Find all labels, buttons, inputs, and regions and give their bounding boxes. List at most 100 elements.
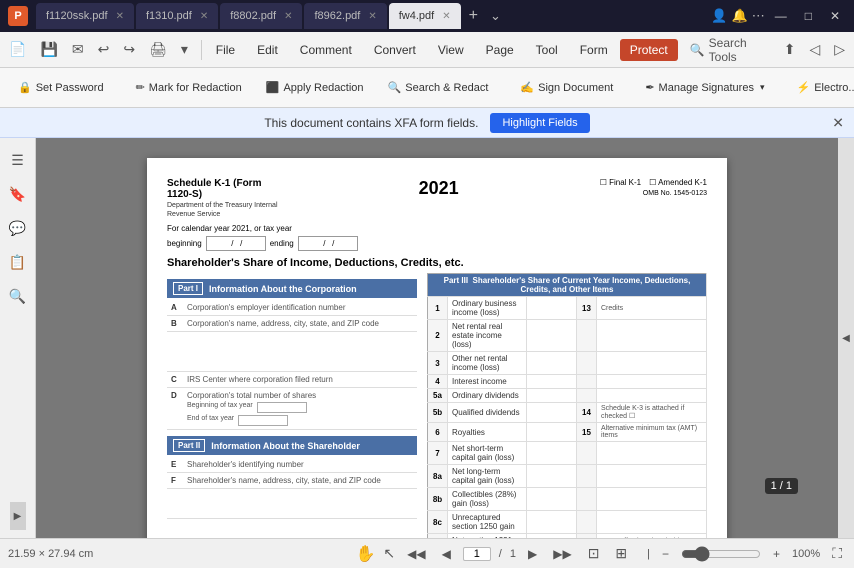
prev-page-button[interactable]: ◀ bbox=[438, 545, 455, 563]
tab-label: f8962.pdf bbox=[314, 10, 360, 22]
part3-table: Part III Shareholder's Share of Current … bbox=[427, 273, 707, 538]
page-separator: / bbox=[499, 548, 502, 560]
search-redact-button[interactable]: 🔍 Search & Redact bbox=[378, 77, 499, 98]
tab-f8962[interactable]: f8962.pdf ✕ bbox=[304, 3, 386, 29]
menu-page[interactable]: Page bbox=[476, 39, 524, 61]
set-password-button[interactable]: 🔒 Set Password bbox=[8, 77, 114, 98]
tab-close-icon[interactable]: ✕ bbox=[116, 11, 124, 22]
arrow-cursor-icon[interactable]: ↖ bbox=[383, 545, 395, 562]
user-icon[interactable]: 👤 bbox=[711, 8, 727, 24]
row-desc: Corporation's total number of shares Beg… bbox=[183, 388, 417, 430]
tab-overflow-icon[interactable]: ⌄ bbox=[490, 8, 501, 24]
share-icon[interactable]: ⬆ bbox=[779, 38, 801, 61]
sidebar-pages-icon[interactable]: 📋 bbox=[4, 248, 32, 276]
left-sidebar: ☰ 🔖 💬 📋 🔍 ▶ bbox=[0, 138, 36, 538]
sidebar-search-icon[interactable]: 🔍 bbox=[4, 282, 32, 310]
menu-comment[interactable]: Comment bbox=[290, 39, 362, 61]
table-row: 6 Royalties 15 Alternative minimum tax (… bbox=[428, 423, 707, 442]
page-number-input[interactable] bbox=[463, 547, 491, 561]
menu-tool[interactable]: Tool bbox=[526, 39, 568, 61]
zoom-out-button[interactable]: − bbox=[658, 545, 673, 563]
hand-cursor-icon[interactable]: ✋ bbox=[355, 544, 375, 564]
more-icon[interactable]: ⋯ bbox=[752, 8, 765, 24]
shareholder-main-title: Shareholder's Share of Income, Deduction… bbox=[167, 257, 707, 269]
sidebar-collapse-button[interactable]: ▶ bbox=[10, 502, 26, 530]
tax-year-row: For calendar year 2021, or tax year bbox=[167, 224, 707, 233]
menu-convert[interactable]: Convert bbox=[364, 39, 426, 61]
table-row: B Corporation's name, address, city, sta… bbox=[167, 316, 417, 332]
manage-signatures-label: Manage Signatures bbox=[659, 82, 754, 94]
save-icon[interactable]: 💾 bbox=[35, 38, 62, 61]
file-icon[interactable]: 📄 bbox=[4, 38, 31, 61]
tab-label: f1120ssk.pdf bbox=[46, 10, 108, 22]
table-row: 7 Net short-term capital gain (loss) bbox=[428, 442, 707, 465]
redo-icon[interactable]: ↪ bbox=[118, 38, 140, 61]
menu-form[interactable]: Form bbox=[570, 39, 618, 61]
tab-f1310[interactable]: f1310.pdf ✕ bbox=[136, 3, 218, 29]
part1-badge: Part I bbox=[173, 282, 203, 295]
undo-icon[interactable]: ↩ bbox=[93, 38, 115, 61]
tab-fw4[interactable]: fw4.pdf ✕ bbox=[389, 3, 461, 29]
new-tab-button[interactable]: + bbox=[463, 7, 484, 25]
form-year-block: 2021 bbox=[419, 178, 459, 199]
tab-f8802[interactable]: f8802.pdf ✕ bbox=[220, 3, 302, 29]
menu-view[interactable]: View bbox=[428, 39, 474, 61]
print-icon[interactable]: 🖨 bbox=[144, 38, 172, 61]
search-tools-btn[interactable]: 🔍 Search Tools bbox=[680, 32, 777, 68]
next-page-button[interactable]: ▶ bbox=[524, 545, 541, 563]
sign-document-label: Sign Document bbox=[538, 82, 613, 94]
forward-icon[interactable]: ▷ bbox=[829, 38, 850, 61]
email-icon[interactable]: ✉ bbox=[67, 38, 89, 61]
tab-f1120[interactable]: f1120ssk.pdf ✕ bbox=[36, 3, 134, 29]
apply-redaction-button[interactable]: ⬛ Apply Redaction bbox=[256, 77, 374, 98]
tab-close-icon[interactable]: ✕ bbox=[442, 11, 450, 22]
zoom-slider[interactable] bbox=[681, 546, 761, 562]
sign-document-button[interactable]: ✍ Sign Document bbox=[510, 77, 623, 98]
tab-close-icon[interactable]: ✕ bbox=[284, 11, 292, 22]
tab-close-icon[interactable]: ✕ bbox=[368, 11, 376, 22]
electro-label: Electro... bbox=[814, 82, 854, 94]
menu-file[interactable]: File bbox=[206, 39, 245, 61]
tab-close-icon[interactable]: ✕ bbox=[200, 11, 208, 22]
tab-bar: f1120ssk.pdf ✕ f1310.pdf ✕ f8802.pdf ✕ f… bbox=[36, 3, 699, 29]
bottom-bar: 21.59 × 27.94 cm ✋ ↖ ◀◀ ◀ / 1 ▶ ▶▶ ⊡ ⊞ |… bbox=[0, 538, 854, 568]
minimize-button[interactable]: — bbox=[769, 7, 793, 25]
first-page-button[interactable]: ◀◀ bbox=[403, 545, 429, 563]
back-icon[interactable]: ◁ bbox=[804, 38, 825, 61]
highlight-fields-button[interactable]: Highlight Fields bbox=[490, 113, 589, 133]
right-sidebar-handle[interactable]: ◀ bbox=[838, 138, 854, 538]
menu-protect[interactable]: Protect bbox=[620, 39, 678, 61]
sidebar-comment-icon[interactable]: 💬 bbox=[4, 214, 32, 242]
xfa-close-button[interactable]: ✕ bbox=[832, 114, 844, 131]
set-password-label: Set Password bbox=[36, 82, 104, 94]
close-button[interactable]: ✕ bbox=[824, 7, 846, 25]
pdf-viewer[interactable]: Schedule K-1 (Form 1120-S) Department of… bbox=[36, 138, 838, 538]
mark-redaction-button[interactable]: ✏ Mark for Redaction bbox=[126, 77, 252, 98]
table-row: D Corporation's total number of shares B… bbox=[167, 388, 417, 430]
sidebar-bookmark-icon[interactable]: 🔖 bbox=[4, 180, 32, 208]
restore-button[interactable]: □ bbox=[799, 7, 818, 25]
sidebar-menu-icon[interactable]: ☰ bbox=[4, 146, 32, 174]
menu-edit[interactable]: Edit bbox=[247, 39, 288, 61]
apply-redaction-label: Apply Redaction bbox=[283, 82, 363, 94]
row-desc: Shareholder's identifying number bbox=[183, 457, 417, 473]
electro-button[interactable]: ⚡ Electro... bbox=[786, 77, 854, 98]
table-row bbox=[167, 489, 417, 519]
table-row: F Shareholder's name, address, city, sta… bbox=[167, 473, 417, 489]
zoom-separator: | bbox=[647, 548, 650, 560]
notification-icon[interactable]: 🔔 bbox=[732, 8, 748, 24]
fullscreen-button[interactable]: ⛶ bbox=[828, 543, 846, 564]
zoom-in-button[interactable]: + bbox=[769, 545, 784, 563]
last-page-button[interactable]: ▶▶ bbox=[549, 545, 575, 563]
part2-table: E Shareholder's identifying number F Sha… bbox=[167, 457, 417, 519]
form-meta-block: ☐ Final K-1 ☐ Amended K-1 OMB No. 1545-0… bbox=[600, 178, 707, 197]
fit-width-button[interactable]: ⊞ bbox=[611, 543, 631, 564]
sign-icon: ✍ bbox=[520, 81, 534, 94]
row-desc: Corporation's employer identification nu… bbox=[183, 300, 417, 316]
dropdown-icon[interactable]: ▾ bbox=[176, 38, 193, 61]
manage-signatures-button[interactable]: ✒ Manage Signatures bbox=[635, 77, 774, 98]
row-desc: IRS Center where corporation filed retur… bbox=[183, 372, 417, 388]
fit-page-button[interactable]: ⊡ bbox=[584, 543, 604, 564]
xfa-banner: This document contains XFA form fields. … bbox=[0, 108, 854, 138]
rev-service: Revenue Service bbox=[167, 211, 278, 218]
